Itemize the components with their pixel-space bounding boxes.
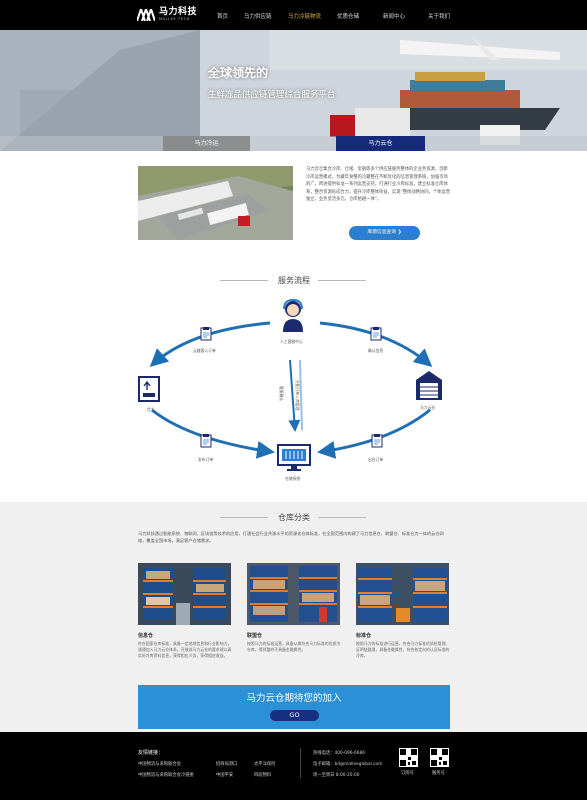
logo-mark-icon: [137, 9, 155, 21]
category-photo-alliance: [247, 563, 340, 625]
category-photo-standard: [356, 563, 449, 625]
nav-item-about[interactable]: 关于我们: [428, 12, 450, 20]
cargo-box-icon: [138, 376, 160, 402]
footer-links-label: 友情链接：: [138, 750, 164, 756]
banner-subtitle: 生鲜冻品供应链管理综合服务平台: [208, 90, 336, 100]
title-divider-right: [318, 280, 366, 281]
nav-item-news[interactable]: 新闻中心: [383, 12, 405, 20]
tab-cold-transport[interactable]: 马力冷运: [163, 136, 250, 151]
service-flow-title: 服务流程: [278, 276, 310, 285]
join-banner-text: 马力云仓期待您的加入: [246, 693, 342, 704]
node-label-assign-inbound: 分配订单入库管理: [295, 380, 300, 411]
node-label-service-confirm: 客服确认: [279, 386, 284, 402]
footer-link[interactable]: 中国平安: [216, 772, 233, 778]
nav-item-home[interactable]: 首页: [217, 12, 228, 20]
title-divider-left: [220, 517, 268, 518]
clipboard-icon: [200, 434, 212, 448]
nav-item-warehouse[interactable]: 优质仓储: [337, 12, 359, 20]
title-divider-left: [220, 280, 268, 281]
intro-paragraph: 马力云仓集合冷库、仓储、金融等多个供应链服务整体的企业务资源，创新冷库运营模式，…: [306, 167, 451, 202]
footer-link[interactable]: 招商局港口: [216, 761, 237, 767]
category-text-standard: 按照马力的标准进行运营，符合马力标准的质检管理、证明链整理，具备金融属性，符合各…: [356, 641, 450, 659]
node-label-storage-system: 仓储系统: [285, 476, 301, 481]
footer-hotline: 热线电话：400-096-6686: [313, 751, 365, 756]
tab-cloud-warehouse[interactable]: 马力云仓: [336, 136, 425, 151]
nav-item-cold-chain[interactable]: 马力冷链物流: [288, 12, 321, 20]
qr-code-icon: [430, 748, 449, 767]
footer-link[interactable]: 太平洋保险: [254, 761, 275, 767]
clipboard-icon: [371, 434, 383, 448]
footer-link[interactable]: 四段物料: [254, 772, 271, 778]
storage-query-button[interactable]: 库源信息查询 ❯: [349, 226, 420, 240]
categories-title: 仓库分类: [278, 513, 310, 522]
footer-divider: [300, 748, 301, 778]
warehouse-aerial-photo: [138, 166, 293, 240]
footer-link[interactable]: 中国物流与采购联合会: [138, 761, 181, 767]
category-text-info: 符合国家仓库标准，具备一定地地信息和行业影响力，通通加入马力云仓体系，开放部马力…: [138, 641, 232, 659]
logo-text-cn: 马力科技: [159, 7, 198, 17]
node-label-confirm-info: 确认信息: [368, 348, 384, 353]
clipboard-icon: [200, 327, 212, 341]
qr-code-icon: [399, 748, 418, 767]
join-go-button[interactable]: GO: [270, 710, 319, 721]
category-name-info: 信息仓: [138, 633, 154, 639]
footer-email[interactable]: 电子邮箱：bd@malleeglobal.com: [313, 761, 382, 767]
qr-label-subscription: 订阅号: [401, 771, 414, 776]
qr-label-service: 服务号: [432, 771, 445, 776]
logo[interactable]: 马力科技 MALLEE TECH: [137, 8, 197, 22]
node-label-outbound-order: 出仓订单: [368, 457, 384, 462]
monitor-system-icon: [277, 444, 311, 471]
category-photo-info: [138, 563, 231, 625]
banner-title: 全球领先的: [208, 66, 269, 80]
node-label-cloud-warehouse: 马力云仓: [420, 405, 436, 410]
node-label-customer-service: 人工客服中心: [280, 339, 303, 344]
category-name-standard: 标准仓: [356, 633, 372, 639]
footer-hours: 周一至周日 8:00-20:00: [313, 773, 360, 778]
node-label-order-entry: 云趣客入订单: [193, 348, 216, 353]
clipboard-icon: [370, 327, 382, 341]
nav-item-supply-chain[interactable]: 马力供应链: [244, 12, 272, 20]
category-name-alliance: 联盟仓: [247, 633, 263, 639]
node-label-owner: 货主: [147, 407, 155, 412]
title-divider-right: [318, 517, 366, 518]
categories-description: 马力科技通过智能系统、物联网、区块链等技术的应用，打通社会行业共源水平的资源化仓…: [138, 531, 444, 543]
node-label-publish-order: 发布订单: [198, 457, 214, 462]
logo-text-en: MALLEE TECH: [159, 17, 190, 21]
customer-service-icon: [283, 298, 303, 332]
storage-query-label: 库源信息查询: [367, 230, 397, 235]
category-text-alliance: 按照马力的标准运营，具备从属符合马力标准的优质冷仓库，得到整的不具备金融属性。: [247, 641, 341, 653]
warehouse-icon: [416, 371, 442, 400]
footer: [0, 732, 587, 800]
footer-link[interactable]: 中国物流与采购联合会冷链委: [138, 772, 194, 778]
chevron-right-icon: ❯: [397, 230, 402, 235]
